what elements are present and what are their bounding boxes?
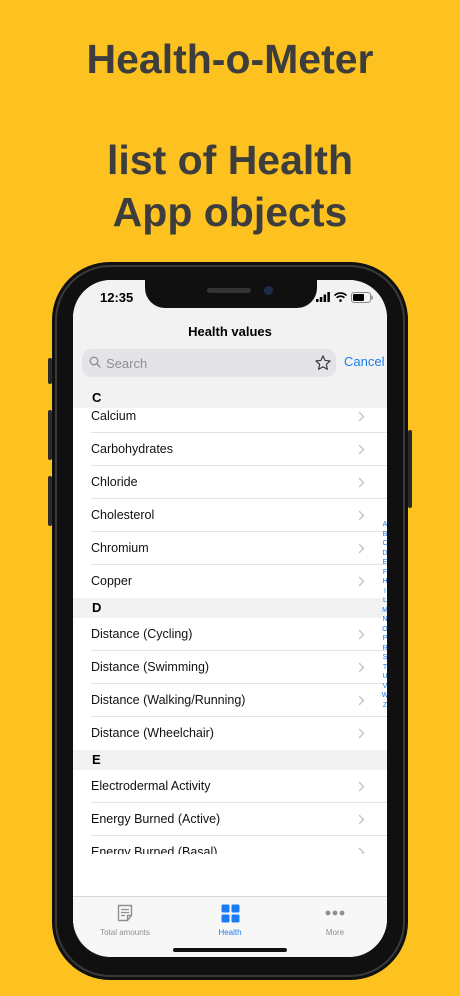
index-letter[interactable]: E [381,558,387,568]
list-item[interactable]: Calcium [73,408,387,433]
chevron-right-icon [358,629,365,640]
list-item[interactable]: Electrodermal Activity [73,770,387,803]
index-letter[interactable]: T [381,663,387,673]
list-item-label: Energy Burned (Basal) [91,845,218,854]
list-item[interactable]: Distance (Cycling) [73,618,387,651]
section-header-e: E [73,750,387,770]
search-field[interactable] [82,349,336,377]
list-item-label: Carbohydrates [91,442,173,456]
list-item-label: Calcium [91,409,137,423]
phone-screen: 12:35 Health values Cancel C Calcium Car… [73,280,387,957]
more-dots-icon [325,910,345,916]
index-letter[interactable]: Z [381,701,387,711]
chevron-right-icon [358,695,365,706]
search-icon [89,356,101,368]
chevron-right-icon [358,728,365,739]
chevron-right-icon [358,543,365,554]
navigation-bar: Health values Cancel [73,314,387,389]
list-item-label: Cholesterol [91,508,155,522]
section-header-d: D [73,598,387,618]
promo-subtitle-line1: list of Health [106,137,354,183]
index-letter[interactable]: W [381,691,387,701]
index-letter[interactable]: F [381,568,387,578]
cancel-button[interactable]: Cancel [344,354,384,369]
speaker-grille [207,288,251,293]
list-item[interactable]: Distance (Swimming) [73,651,387,684]
index-letter[interactable]: R [381,644,387,654]
promo-subtitle: list of Health App objects [0,134,460,238]
health-values-list: C Calcium Carbohydrates Chloride Cholest… [73,388,387,854]
index-letter[interactable]: D [381,549,387,559]
list-item-label: Distance (Walking/Running) [91,693,246,707]
wifi-icon [334,292,347,302]
mute-switch [48,358,52,384]
chevron-right-icon [358,814,365,825]
chevron-right-icon [358,510,365,521]
front-camera [264,286,273,295]
list-item-label: Distance (Cycling) [91,627,193,641]
volume-down-button [48,476,52,526]
index-letter[interactable]: L [381,596,387,606]
index-letter[interactable]: V [381,682,387,692]
promo-title: Health-o-Meter [86,36,374,82]
side-button [408,430,412,508]
chevron-right-icon [358,444,365,455]
battery-icon [351,291,373,303]
list-item-label: Distance (Wheelchair) [91,726,214,740]
tab-label: More [325,928,345,937]
index-letter[interactable]: M [381,606,387,616]
list-item[interactable]: Energy Burned (Active) [73,803,387,836]
list-item-label: Distance (Swimming) [91,660,210,674]
index-letter[interactable]: B [381,530,387,540]
index-letter[interactable]: U [381,672,387,682]
signal-icon [316,292,330,302]
index-letter[interactable]: A [381,520,387,530]
tab-health[interactable]: Health [178,903,282,937]
tab-label: Health [218,928,242,937]
section-header-c: C [73,388,387,408]
list-item-label: Copper [91,574,132,588]
list-item-label: Energy Burned (Active) [91,812,221,826]
promo-subtitle-line2: App objects [112,189,348,235]
chevron-right-icon [358,576,365,587]
list-item[interactable]: Carbohydrates [73,433,387,466]
chevron-right-icon [358,847,365,854]
index-letter[interactable]: P [381,634,387,644]
status-icons [316,291,373,303]
home-indicator[interactable] [173,948,287,952]
list-item[interactable]: Distance (Wheelchair) [73,717,387,750]
index-letter[interactable]: N [381,615,387,625]
list-item[interactable]: Chromium [73,532,387,565]
chevron-right-icon [358,411,365,422]
section-index[interactable]: A B C D E F H I L M N O P R S T U V W Z [381,520,387,710]
list-item[interactable]: Cholesterol [73,499,387,532]
list-item-label: Electrodermal Activity [91,779,211,793]
search-input[interactable] [106,349,306,377]
note-icon [117,904,133,922]
chevron-right-icon [358,781,365,792]
list-item[interactable]: Distance (Walking/Running) [73,684,387,717]
notch [145,280,317,308]
index-letter[interactable]: O [381,625,387,635]
index-letter[interactable]: S [381,653,387,663]
chevron-right-icon [358,662,365,673]
index-letter[interactable]: C [381,539,387,549]
list-item[interactable]: Chloride [73,466,387,499]
list-item-label: Chromium [91,541,149,555]
volume-up-button [48,410,52,460]
favorites-star-icon[interactable] [314,354,332,372]
grid-icon [221,904,239,922]
tab-more[interactable]: More [283,903,387,937]
index-letter[interactable]: H [381,577,387,587]
nav-title: Health values [188,324,272,339]
list-item-label: Chloride [91,475,138,489]
status-time: 12:35 [100,290,134,305]
index-letter[interactable]: I [381,587,387,597]
list-item[interactable]: Copper [73,565,387,598]
tab-total-amounts[interactable]: Total amounts [73,903,177,937]
chevron-right-icon [358,477,365,488]
list-item[interactable]: Energy Burned (Basal) [73,836,387,854]
tab-label: Total amounts [100,928,150,937]
